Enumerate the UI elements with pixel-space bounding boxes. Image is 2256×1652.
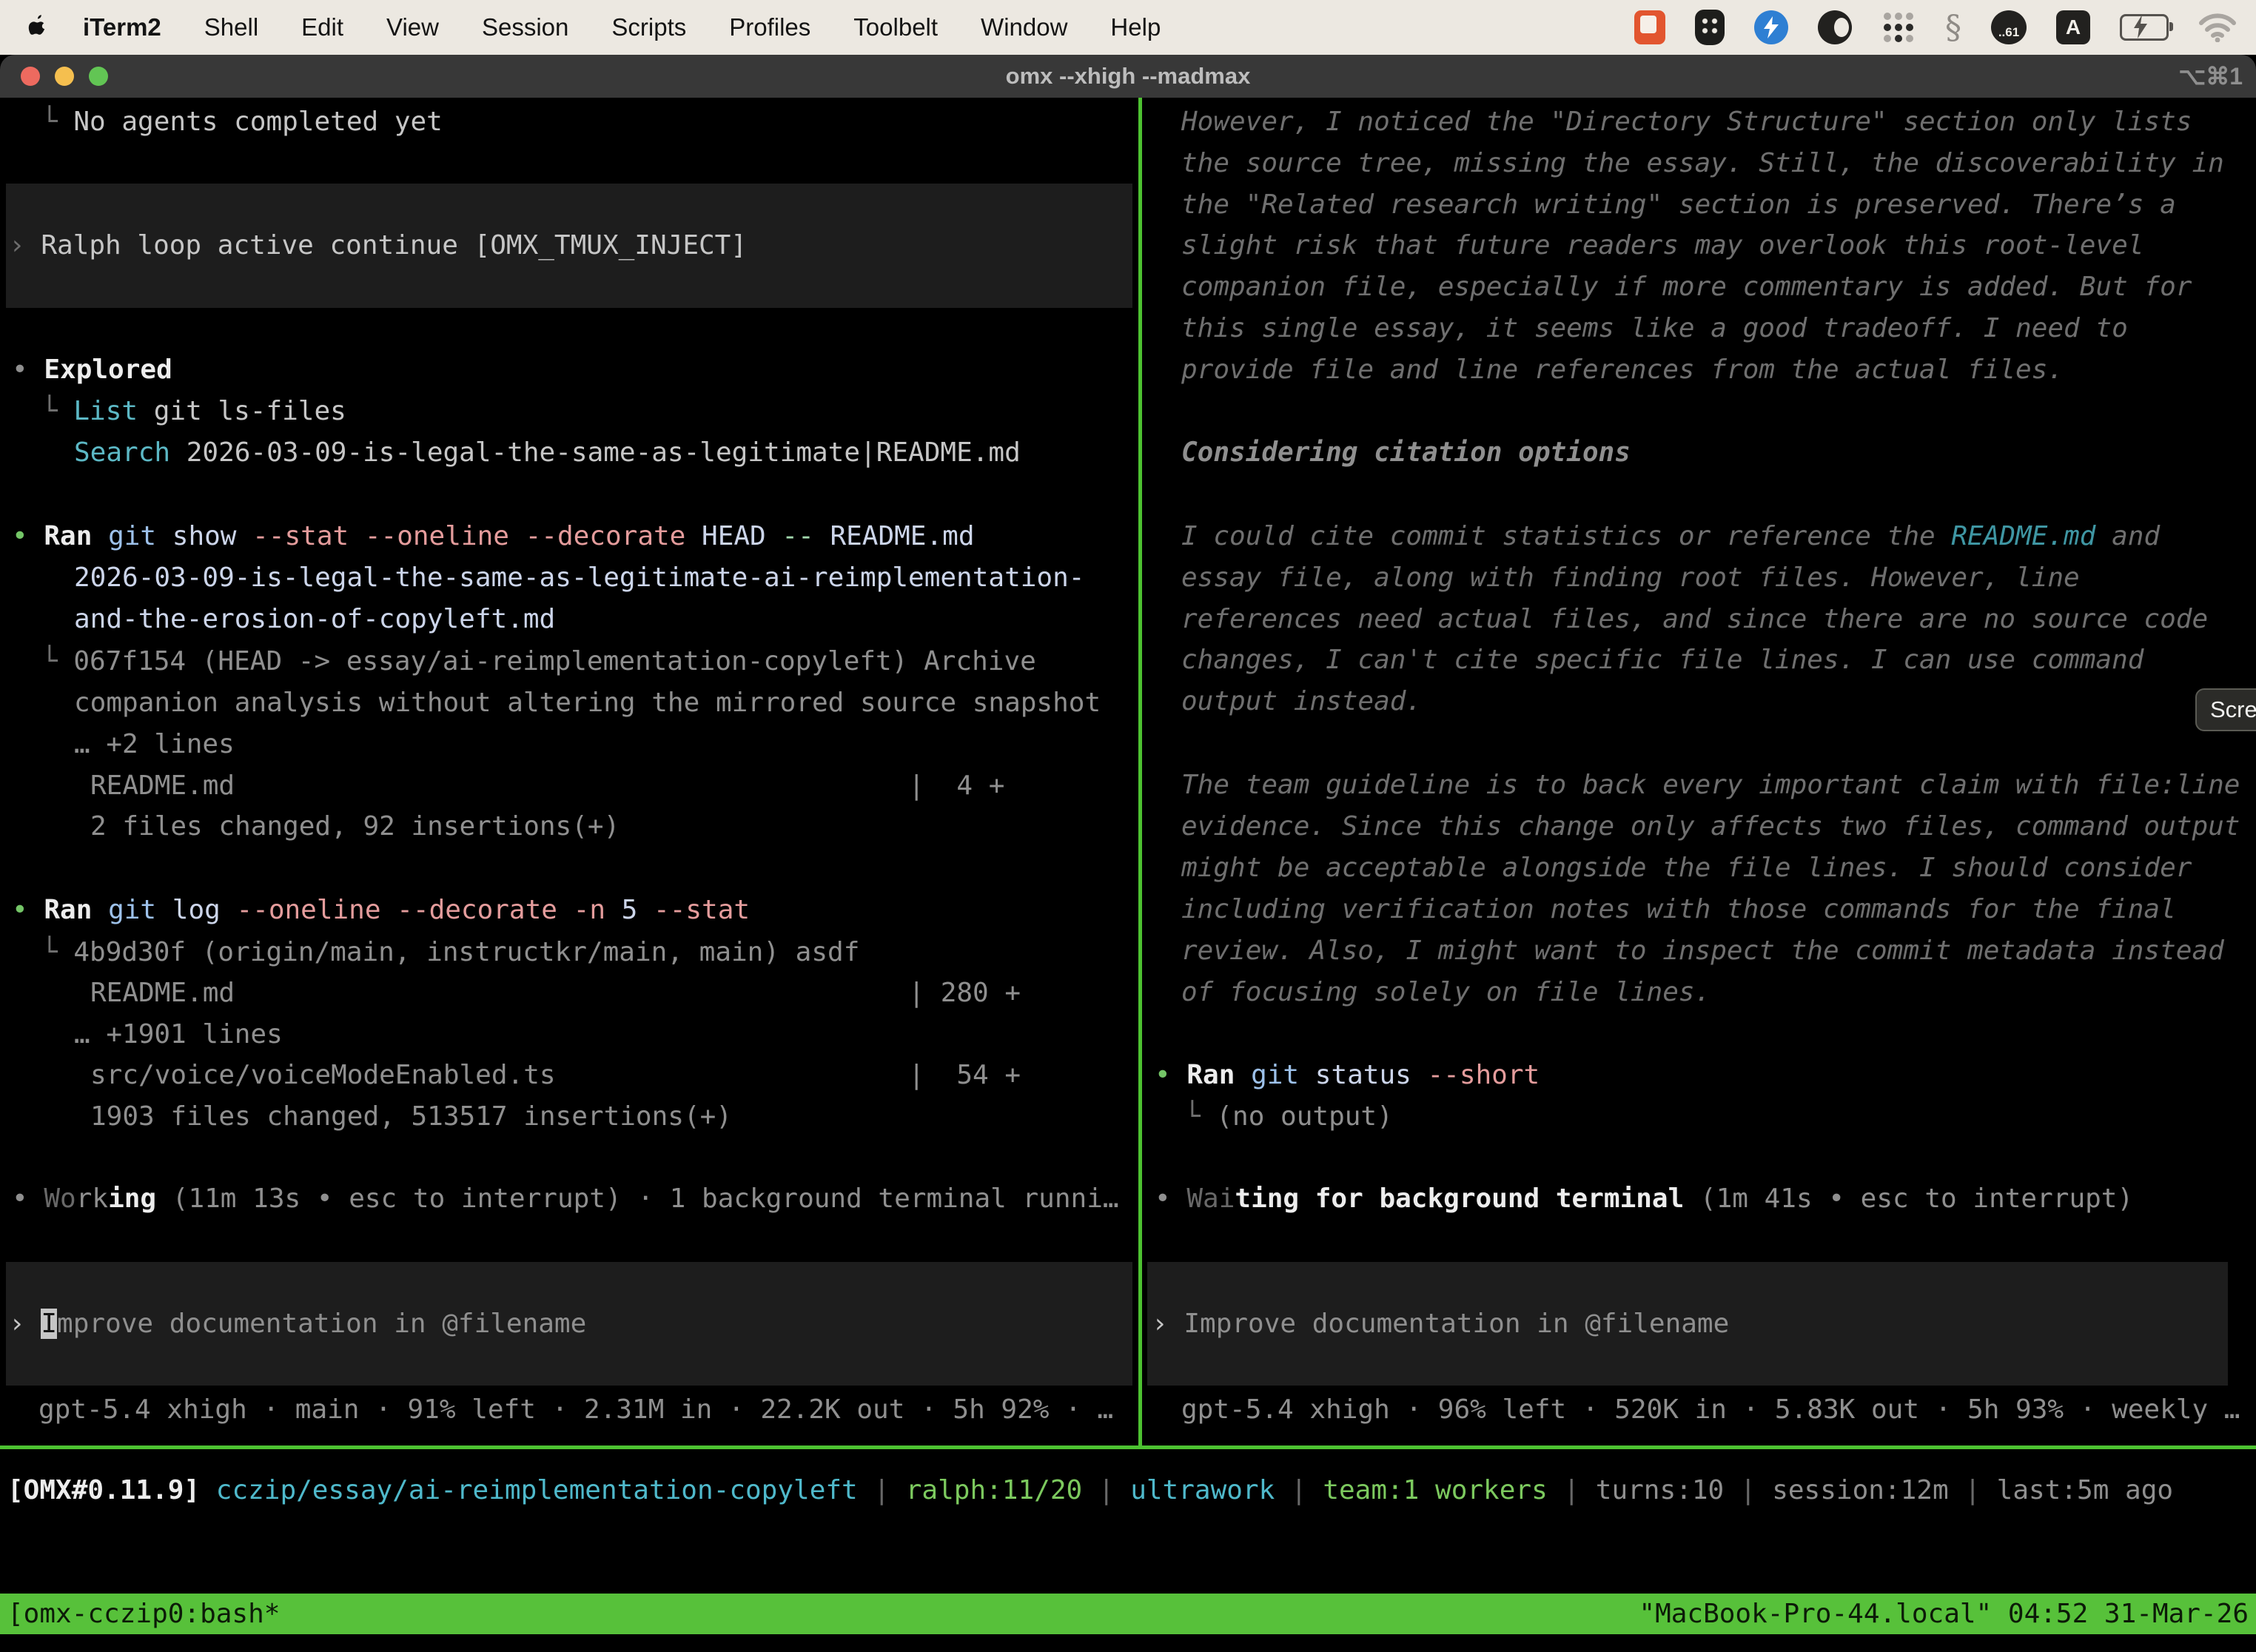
terminal-line: the source tree, missing the essay. Stil… — [1181, 143, 2224, 184]
tmux-session-label: [omx-cczip0:bash* — [7, 1594, 280, 1634]
terminal-line: › Improve documentation in @filename — [1152, 1303, 1729, 1345]
menu-status-icons: § ..61 A — [1634, 9, 2237, 47]
window-shortcut: ⌥⌘1 — [2178, 55, 2243, 98]
menu-item-session[interactable]: Session — [482, 13, 568, 41]
menu-item-help[interactable]: Help — [1110, 13, 1161, 41]
terminal-line: › Ralph loop active continue [OMX_TMUX_I… — [9, 225, 747, 266]
badge-61-icon[interactable]: ..61 — [1991, 10, 2027, 44]
input-source-icon[interactable]: A — [2056, 10, 2090, 44]
pane-left[interactable]: └ No agents completed yet › Ralph loop ac… — [0, 98, 1138, 1446]
screen: iTerm2 Shell Edit View Session Scripts Profile… — [0, 0, 2256, 1652]
terminal-line: output instead. — [1181, 681, 1422, 722]
screen-share-tooltip: Scre — [2195, 688, 2256, 731]
omx-status-line: [OMX#0.11.9] cczip/essay/ai-reimplementa… — [7, 1470, 2173, 1511]
terminal-line: 2026-03-09-is-legal-the-same-as-legitima… — [74, 557, 1084, 599]
shield-grid-icon[interactable] — [1695, 10, 1725, 45]
terminal-line: • Working (11m 13s • esc to interrupt) ·… — [12, 1178, 1119, 1220]
tmux-host-clock: "MacBook-Pro-44.local" 04:52 31-Mar-26 — [1639, 1594, 2249, 1634]
terminal-line: and-the-erosion-of-copyleft.md — [74, 599, 555, 640]
terminal-line: └ 067f154 (HEAD -> essay/ai-reimplementa… — [41, 641, 1036, 682]
terminal-line: changes, I can't cite specific file line… — [1181, 639, 2143, 681]
terminal-line: references need actual files, and since … — [1181, 599, 2208, 640]
terminal-line: including verification notes with those … — [1181, 889, 2176, 930]
menu-item-iterm2[interactable]: iTerm2 — [83, 13, 161, 41]
menu-item-shell[interactable]: Shell — [204, 13, 258, 41]
terminal-line: the "Related research writing" section i… — [1181, 184, 2176, 226]
terminal-line: might be acceptable alongside the file l… — [1181, 847, 2192, 889]
pane-right[interactable]: However, I noticed the "Directory Struct… — [1143, 98, 2256, 1446]
terminal-line: this single essay, it seems like a good … — [1181, 308, 2128, 349]
bolt-badge-icon[interactable] — [1754, 10, 1788, 44]
apple-menu-icon[interactable] — [28, 14, 50, 41]
screen-record-icon[interactable] — [1634, 10, 1665, 44]
menu-item-scripts[interactable]: Scripts — [611, 13, 686, 41]
terminal-line: └ No agents completed yet — [41, 101, 443, 143]
terminal-line: › Improve documentation in @filename — [9, 1303, 586, 1345]
dots-grid-icon[interactable] — [1881, 10, 1916, 44]
terminal-line: The team guideline is to back every impo… — [1181, 765, 2240, 806]
terminal-line: provide file and line references from th… — [1181, 349, 2064, 391]
terminal-line: └ List git ls-files — [41, 391, 346, 432]
squiggle-icon[interactable]: § — [1945, 9, 1961, 47]
window-title: omx --xhigh --madmax — [0, 55, 2256, 98]
terminal-line: However, I noticed the "Directory Struct… — [1181, 101, 2192, 143]
terminal-line: gpt-5.4 xhigh · 96% left · 520K in · 5.8… — [1181, 1389, 2240, 1431]
terminal-line: review. Also, I might want to inspect th… — [1181, 930, 2224, 972]
menu-item-edit[interactable]: Edit — [301, 13, 343, 41]
terminal-line: … +2 lines — [74, 724, 235, 765]
terminal-line: gpt-5.4 xhigh · main · 91% left · 2.31M … — [38, 1389, 1113, 1431]
terminal-line: • Explored — [12, 349, 172, 391]
terminal-line: └ 4b9d30f (origin/main, instructkr/main,… — [41, 932, 859, 973]
terminal-line: of focusing solely on file lines. — [1181, 972, 1711, 1013]
menu-item-view[interactable]: View — [386, 13, 439, 41]
terminal-line: └ (no output) — [1184, 1096, 1393, 1138]
menu-item-profiles[interactable]: Profiles — [729, 13, 810, 41]
terminal-line: • Waiting for background terminal (1m 41… — [1155, 1178, 2133, 1220]
menu-item-window[interactable]: Window — [981, 13, 1067, 41]
menu-bar: iTerm2 Shell Edit View Session Scripts Profile… — [0, 0, 2256, 55]
terminal-line: Considering citation options — [1181, 432, 1631, 474]
terminal-line: • Ran git show --stat --oneline --decora… — [12, 516, 975, 557]
crescent-icon[interactable] — [1818, 10, 1852, 44]
terminal-line: companion file, especially if more comme… — [1181, 266, 2192, 308]
terminal-line: essay file, along with finding root file… — [1181, 557, 2080, 599]
menu-item-toolbelt[interactable]: Toolbelt — [853, 13, 938, 41]
terminal-line: evidence. Since this change only affects… — [1181, 806, 2240, 847]
window-title-bar: omx --xhigh --madmax ⌥⌘1 — [0, 55, 2256, 98]
battery-icon[interactable] — [2120, 14, 2169, 41]
terminal-line: 2 files changed, 92 insertions(+) — [90, 806, 620, 847]
terminal-line: • Ran git status --short — [1155, 1055, 1540, 1096]
terminal-line: README.md | 280 + — [90, 973, 1021, 1014]
terminal-line: … +1901 lines — [74, 1014, 283, 1055]
menu-items: iTerm2 Shell Edit View Session Scripts Profile… — [83, 13, 1161, 41]
wifi-icon[interactable] — [2198, 13, 2237, 42]
terminal-line: Search 2026-03-09-is-legal-the-same-as-l… — [74, 432, 1021, 474]
terminal-line: I could cite commit statistics or refere… — [1181, 516, 2160, 557]
terminal-line: 1903 files changed, 513517 insertions(+) — [90, 1096, 732, 1138]
pane-divider[interactable] — [1138, 98, 1142, 1446]
terminal-line: slight risk that future readers may over… — [1181, 225, 2143, 266]
terminal-line: companion analysis without altering the … — [74, 682, 1101, 724]
terminal: └ No agents completed yet › Ralph loop ac… — [0, 98, 2256, 1652]
terminal-line: • Ran git log --oneline --decorate -n 5 … — [12, 890, 750, 931]
pane-bottom-border — [0, 1446, 2256, 1449]
terminal-line: README.md | 4 + — [90, 765, 1004, 807]
tmux-status-bar: [omx-cczip0:bash* "MacBook-Pro-44.local"… — [0, 1594, 2256, 1634]
terminal-line: src/voice/voiceModeEnabled.ts | 54 + — [90, 1055, 1021, 1096]
